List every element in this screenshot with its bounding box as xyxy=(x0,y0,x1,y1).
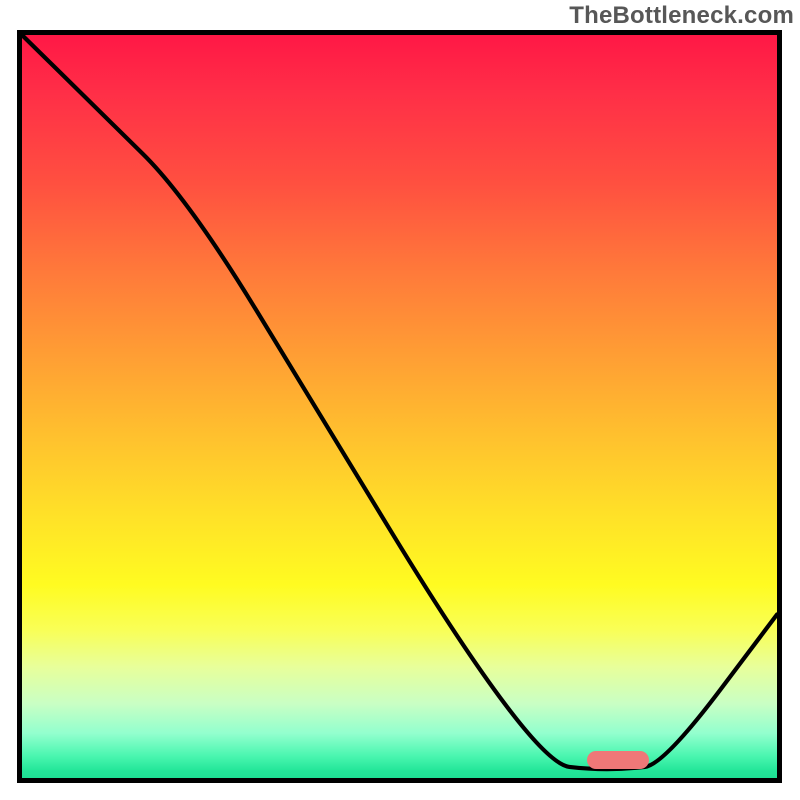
optimal-marker xyxy=(587,751,649,769)
bottleneck-curve xyxy=(22,35,777,778)
chart-frame: TheBottleneck.com xyxy=(0,0,800,800)
plot-area xyxy=(17,30,782,783)
watermark-text: TheBottleneck.com xyxy=(569,2,794,30)
